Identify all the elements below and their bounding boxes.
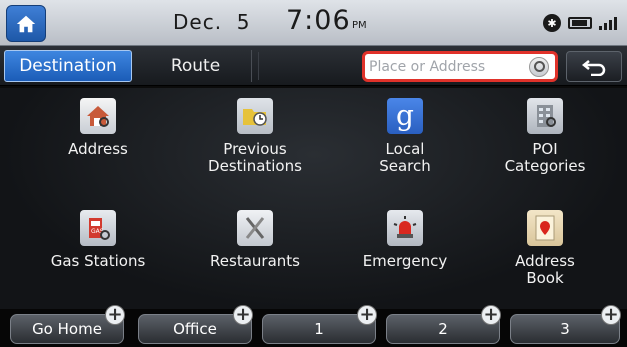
siren-icon [387,210,423,246]
date-display: Dec. 5 [173,10,251,34]
time-display: 7:06 [286,5,351,36]
grid-item-address-book[interactable]: Address Book [470,210,620,287]
search-box[interactable] [362,51,558,82]
home-icon [16,15,36,32]
grid-item-label: Address [68,140,128,158]
ampm-display: PM [352,20,367,31]
bluetooth-icon: ✱ [543,14,561,32]
search-input[interactable] [369,56,519,78]
building-icon [527,98,563,134]
favorite-1-button[interactable]: 1 + [262,305,377,344]
favorite-go-home-button[interactable]: Go Home + [10,305,125,344]
grid-item-previous-destinations[interactable]: Previous Destinations [180,98,330,175]
tab-divider [258,52,259,80]
back-button[interactable] [566,51,622,82]
plus-icon[interactable]: + [233,305,253,325]
plus-icon[interactable]: + [105,305,125,325]
battery-icon [568,17,592,29]
grid-item-emergency[interactable]: Emergency [330,210,480,270]
favorites-bar: Go Home + Office + 1 + 2 + 3 + [0,305,627,347]
plus-icon[interactable]: + [357,305,377,325]
grid-item-gas-stations[interactable]: GAS Gas Stations [23,210,173,270]
tab-destination[interactable]: Destination [4,50,132,82]
folder-clock-icon [237,98,273,134]
grid-item-label: Restaurants [210,252,300,270]
grid-item-label: Address Book [515,252,575,287]
favorite-label: Go Home [32,320,102,338]
favorite-3-button[interactable]: 3 + [510,305,621,344]
tab-route[interactable]: Route [140,50,252,82]
favorite-label: 1 [314,320,324,338]
plus-icon[interactable]: + [601,305,621,325]
back-arrow-icon [581,59,606,76]
status-icons: ✱ [543,14,617,32]
destination-grid: Address Previous Destinations g Local Se… [0,88,627,310]
grid-item-address[interactable]: Address [23,98,173,158]
favorite-label: 3 [560,320,570,338]
tab-bar: Destination Route [0,46,627,86]
grid-item-poi-categories[interactable]: POI Categories [470,98,620,175]
house-icon [80,98,116,134]
grid-item-label: Emergency [362,252,448,270]
grid-item-label: POI Categories [504,140,586,175]
plus-icon[interactable]: + [481,305,501,325]
favorite-label: 2 [438,320,448,338]
home-button[interactable] [6,5,46,42]
search-icon[interactable] [529,57,549,77]
fork-knife-icon [237,210,273,246]
map-pin-book-icon [527,210,563,246]
grid-item-local-search[interactable]: g Local Search [330,98,480,175]
gas-pump-icon: GAS [80,210,116,246]
status-bar: Dec. 5 7:06 PM ✱ [0,0,627,46]
signal-icon [599,16,617,30]
grid-item-label: Previous Destinations [208,140,302,175]
favorite-office-button[interactable]: Office + [138,305,253,344]
google-icon: g [387,98,423,134]
favorite-label: Office [173,320,217,338]
grid-item-label: Local Search [379,140,431,175]
favorite-2-button[interactable]: 2 + [386,305,501,344]
grid-item-label: Gas Stations [50,252,146,270]
grid-item-restaurants[interactable]: Restaurants [180,210,330,270]
